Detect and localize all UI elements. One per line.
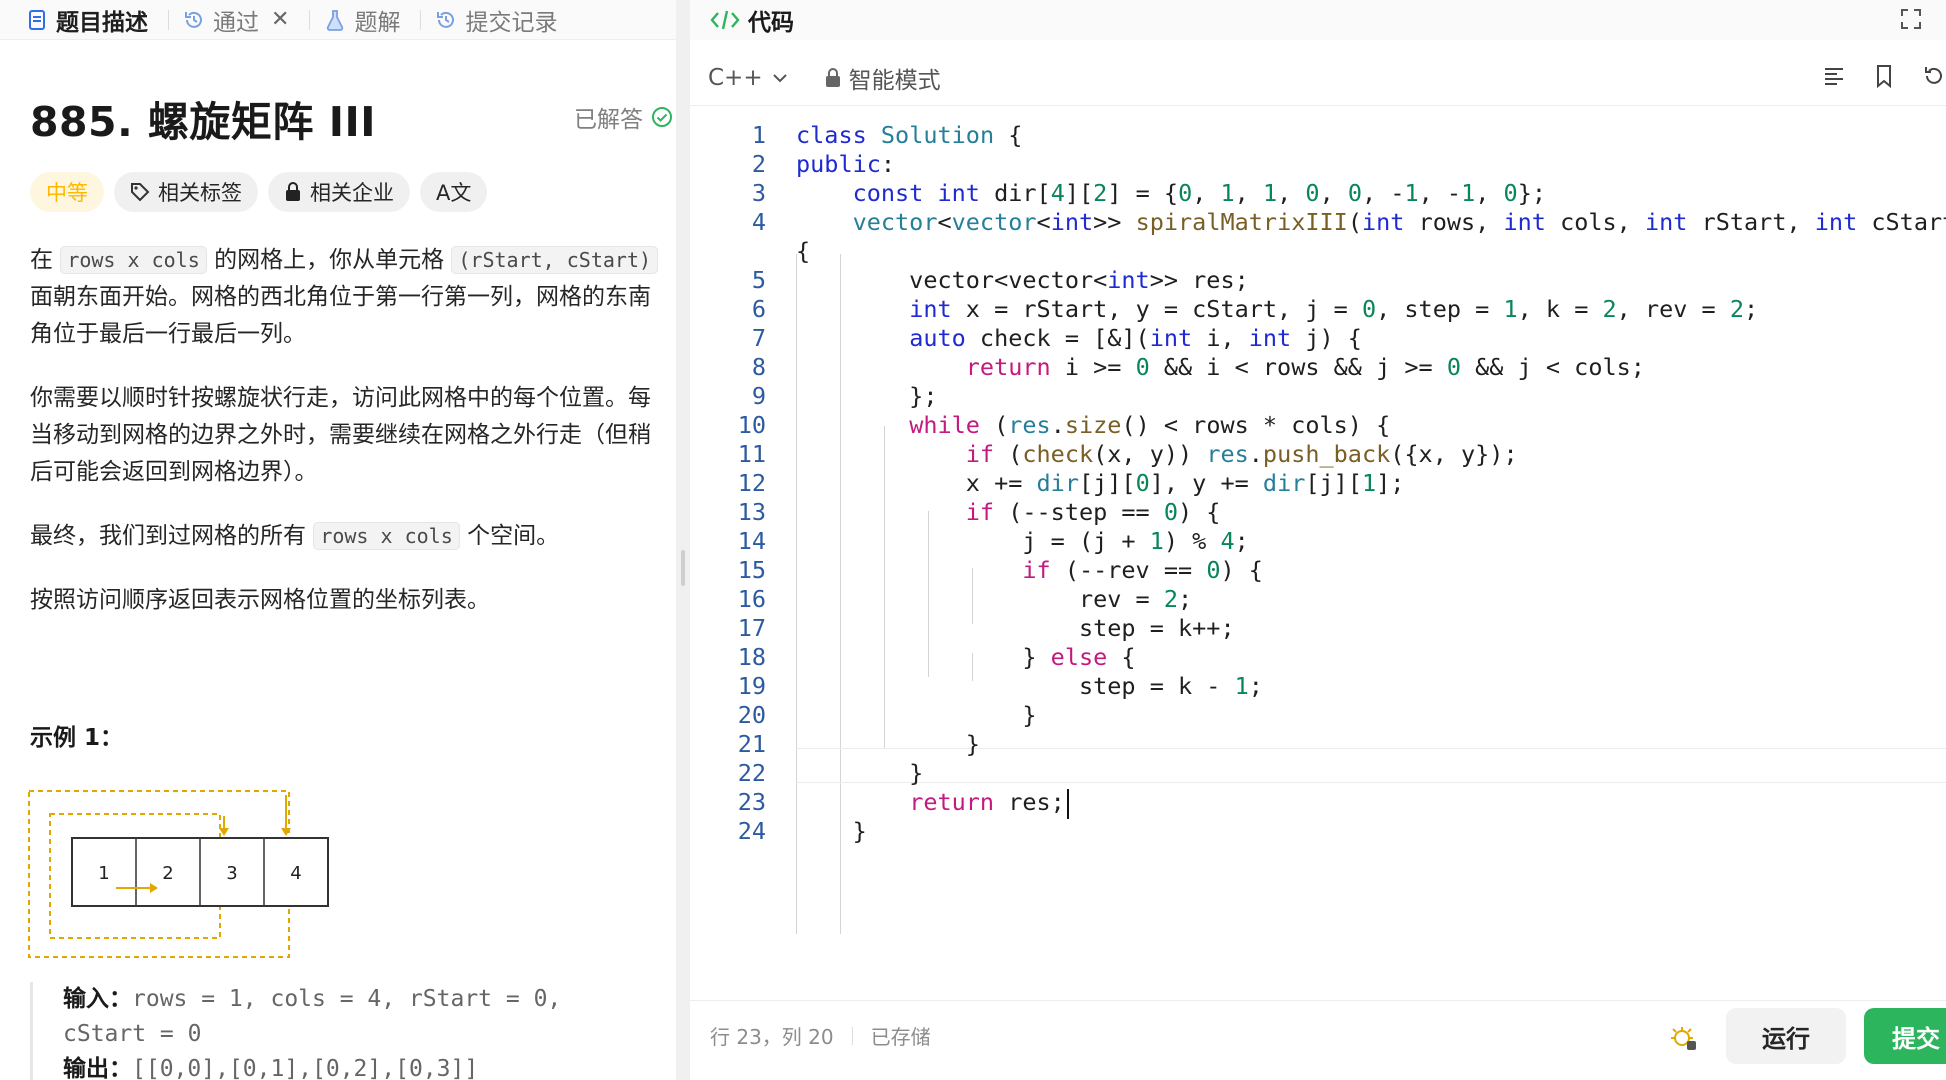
companies-tag-label: 相关企业 — [310, 181, 394, 205]
smart-mode-label: 智能模式 — [848, 67, 941, 94]
reset-icon[interactable] — [1922, 64, 1946, 88]
fullscreen-icon[interactable] — [1900, 8, 1922, 30]
description-paragraph: 按照访问顺序返回表示网格位置的坐标列表。 — [30, 587, 490, 613]
language-select[interactable]: C++ — [708, 65, 789, 91]
language-label: C++ — [708, 64, 763, 91]
input-value-cont: cStart = 0 — [63, 1021, 202, 1047]
problem-title: 885. 螺旋矩阵 III — [30, 98, 376, 146]
cursor-position: 行 23，列 20 — [710, 1025, 834, 1049]
code-line: } — [796, 817, 867, 845]
run-button[interactable]: 运行 — [1726, 1008, 1846, 1064]
topics-tag-button[interactable]: 相关标签 — [114, 172, 258, 212]
input-label: 输入： — [63, 986, 132, 1012]
tab-description-label: 题目描述 — [56, 9, 148, 36]
tag-icon — [131, 183, 150, 202]
debug-icon[interactable] — [1670, 1024, 1698, 1052]
save-status: 已存储 — [870, 1025, 931, 1049]
lock-icon — [825, 67, 840, 87]
description-paragraph: 你需要以顺时针按螺旋状行走，访问此网格中的每个位置。每当移动到网格的边界之外时，… — [30, 385, 651, 485]
example-io: 输入：rows = 1, cols = 4, rStart = 0, cStar… — [30, 982, 650, 1080]
line-number: 24 — [737, 817, 766, 845]
document-icon — [29, 9, 45, 30]
lock-icon — [286, 182, 300, 201]
tab-solutions[interactable]: 题解 — [324, 0, 410, 40]
topics-tag-label: 相关标签 — [158, 181, 242, 205]
solved-label: 已解答 — [574, 107, 643, 133]
tab-accepted-label: 通过 — [213, 9, 259, 36]
grid-cell: 2 — [162, 863, 173, 884]
code-editor[interactable]: 1 class Solution { 2 public: 3 const int d… — [690, 118, 1946, 988]
tab-solutions-label: 题解 — [354, 9, 401, 36]
smart-mode-toggle[interactable]: 智能模式 — [825, 61, 941, 95]
problem-tags: 中等 相关标签 相关企业 A文 — [30, 172, 488, 212]
problem-panel: 题目描述 通过 ✕ 题解 提交记录 885. 螺旋矩阵 III 已解答 中等 相… — [0, 0, 676, 1080]
code-icon — [710, 10, 740, 30]
description-paragraph: 在 rows x cols 的网格上，你从单元格 (rStart, cStart… — [30, 242, 660, 353]
description-paragraph: 最终，我们到过网格的所有 rows x cols 个空间。 — [30, 522, 560, 550]
problem-tabbar: 题目描述 通过 ✕ 题解 提交记录 — [0, 0, 676, 40]
example-title: 示例 1： — [30, 725, 124, 751]
flask-icon — [327, 9, 344, 31]
code-header-title: 代码 — [748, 10, 794, 36]
panel-resize-handle[interactable] — [676, 0, 690, 1080]
code-panel: 代码 C++ 智能模式 1 class Solution { 2 public: 3… — [690, 0, 1946, 1080]
history-icon — [185, 11, 202, 28]
solved-status: 已解答 — [574, 100, 673, 134]
output-value: [[0,0],[0,1],[0,2],[0,3]] — [132, 1056, 479, 1080]
tab-accepted[interactable]: 通过 ✕ — [183, 0, 299, 40]
tab-description[interactable]: 题目描述 — [26, 0, 158, 40]
code-line: vector<vector<int>> spiralMatrixIII(int … — [852, 208, 1946, 236]
input-value: rows = 1, cols = 4, rStart = 0, — [132, 986, 562, 1012]
translate-button[interactable]: A文 — [420, 172, 488, 212]
submit-button[interactable]: 提交 — [1864, 1008, 1946, 1064]
tab-submissions-label: 提交记录 — [465, 9, 558, 36]
history-icon — [437, 11, 455, 28]
line-number: 4 — [751, 208, 766, 236]
bookmark-icon[interactable] — [1872, 64, 1896, 88]
editor-toolbar: C++ 智能模式 — [690, 50, 1946, 106]
example-grid-figure: 1 2 3 4 — [28, 790, 329, 958]
chevron-down-icon — [772, 73, 787, 82]
output-label: 输出： — [63, 1056, 132, 1080]
text-caret — [1066, 788, 1069, 819]
check-circle-icon — [652, 107, 672, 127]
close-icon[interactable]: ✕ — [271, 7, 289, 32]
grid-cell: 4 — [290, 863, 301, 884]
tab-submissions[interactable]: 提交记录 — [435, 0, 567, 40]
grid-cell: 3 — [226, 863, 237, 884]
companies-tag-button[interactable]: 相关企业 — [268, 172, 410, 212]
code-header: 代码 — [690, 0, 1946, 40]
grid-cell: 1 — [98, 863, 109, 884]
problem-description: 在 rows x cols 的网格上，你从单元格 (rStart, cStart… — [30, 242, 660, 646]
difficulty-badge: 中等 — [30, 172, 104, 212]
format-icon[interactable] — [1822, 64, 1846, 88]
toolbar-icons — [1822, 64, 1946, 88]
